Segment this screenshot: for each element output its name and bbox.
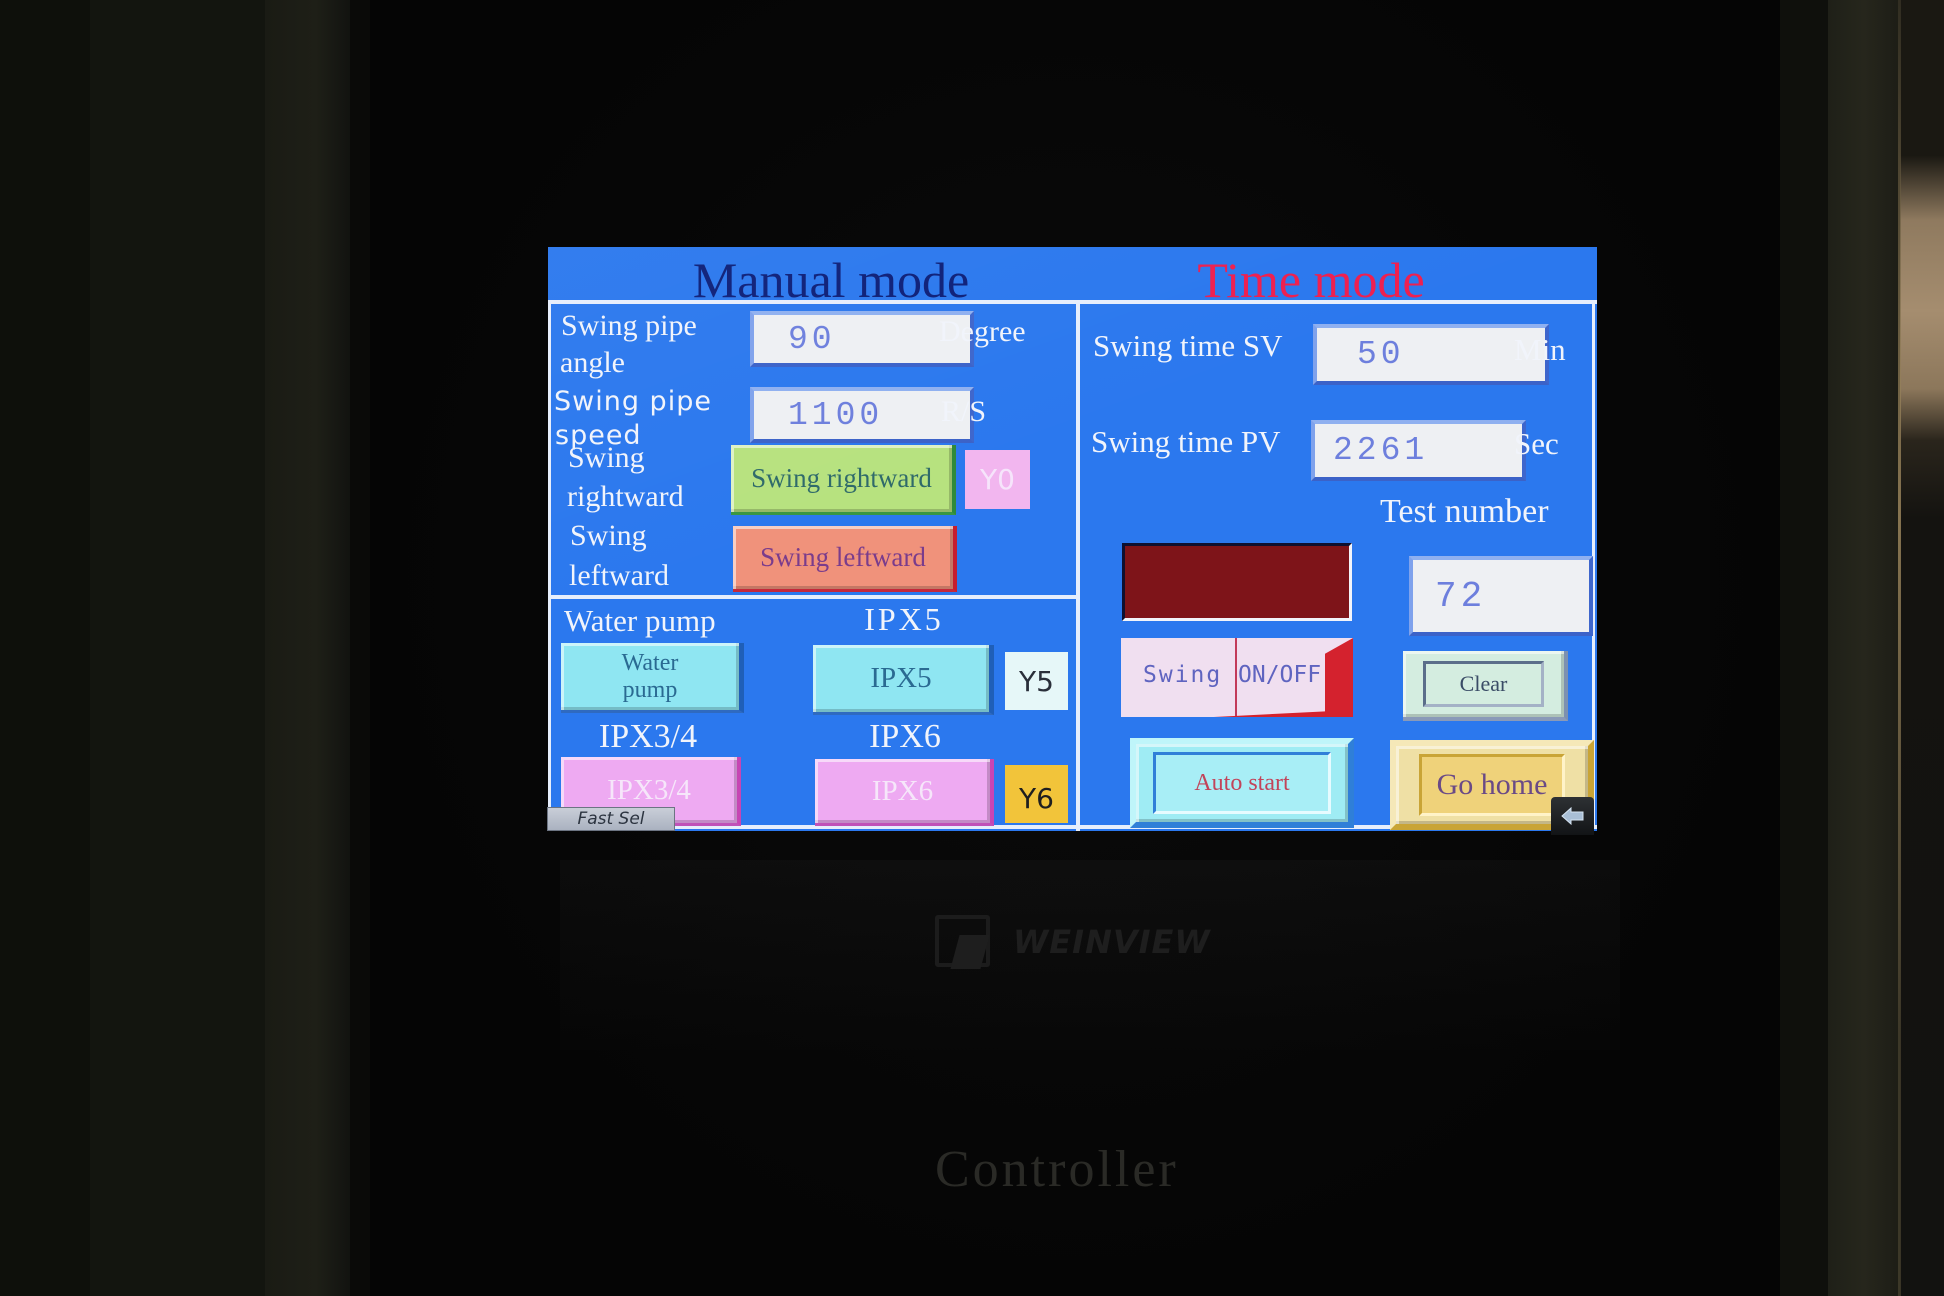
alarm-lamp [1122, 543, 1352, 621]
back-button[interactable] [1551, 797, 1594, 835]
swing-toggle-button[interactable]: Swing ON/OFF [1121, 638, 1353, 717]
y6-indicator: Y6 [1005, 765, 1068, 823]
swing-rightward-button[interactable]: Swing rightward [731, 445, 956, 515]
cabinet-frame-gap [350, 0, 370, 1296]
swing-toggle-red-bottom [1213, 710, 1353, 717]
swing-time-sv-value: 50 [1357, 336, 1405, 373]
panel-label: Controller [935, 1141, 1179, 1198]
hmi-logo: WEINVIEW [935, 915, 1255, 975]
swing-pipe-angle-value: 90 [788, 320, 836, 358]
y0-indicator-label: Y0 [980, 463, 1015, 496]
ipx5-button-label: IPX5 [870, 662, 932, 694]
swing-pipe-angle-label-1: Swing pipe [561, 309, 697, 342]
swing-toggle-red-edge [1325, 638, 1353, 717]
swing-time-pv-value: 2261 [1333, 432, 1429, 469]
manual-section-divider [548, 595, 1078, 599]
swing-toggle-left-label: Swing [1143, 662, 1223, 688]
brand-logo-text: WEINVIEW [1013, 923, 1211, 961]
arrow-left-icon [1560, 807, 1583, 825]
test-number-label: Test number [1380, 493, 1549, 530]
swing-leftward-label-2: leftward [569, 559, 669, 592]
cabinet-frame-right [1828, 0, 1900, 1296]
go-home-button-label: Go home [1436, 768, 1548, 801]
fast-sel-button[interactable]: Fast Sel [547, 807, 675, 831]
swing-pipe-speed-label-1: Swing pipe [554, 386, 712, 417]
vertical-divider [1076, 300, 1080, 831]
fast-sel-label: Fast Sel [577, 809, 645, 829]
clear-button-label: Clear [1459, 671, 1508, 696]
cabinet-frame-left [90, 0, 265, 1296]
swing-time-pv-input: 2261 [1311, 420, 1526, 481]
y5-indicator-label: Y5 [1019, 664, 1054, 698]
swing-pipe-angle-unit: Degree [939, 315, 1026, 348]
swing-rightward-button-label: Swing rightward [751, 463, 932, 493]
swing-leftward-label-1: Swing [570, 519, 647, 552]
cabinet-frame-left-edge [265, 0, 350, 1296]
swing-leftward-button[interactable]: Swing leftward [733, 526, 957, 592]
ipx6-button-label: IPX6 [871, 774, 934, 807]
water-pump-label: Water pump [564, 603, 716, 638]
clear-button[interactable]: Clear [1403, 651, 1568, 721]
water-pump-button[interactable]: Water pump [561, 643, 744, 713]
swing-time-pv-unit: Sec [1514, 426, 1559, 461]
water-pump-button-label-1: Water [621, 649, 679, 676]
test-number-value: 72 [1435, 575, 1487, 617]
screen-left-border [548, 300, 551, 828]
auto-start-button[interactable]: Auto start [1130, 738, 1354, 828]
swing-time-sv-unit: Min [1514, 332, 1566, 367]
hmi-screen: Manual mode Time mode Swing pipe angle 9… [547, 247, 1597, 835]
ipx34-label: IPX3/4 [598, 718, 698, 755]
cabinet-frame-left-outer [0, 0, 90, 1296]
water-pump-button-label-2: pump [622, 676, 678, 703]
auto-start-button-label: Auto start [1194, 769, 1290, 796]
swing-time-pv-label: Swing time PV [1091, 424, 1281, 459]
swing-pipe-speed-unit: R/S [941, 395, 987, 428]
y5-indicator: Y5 [1005, 652, 1068, 710]
y6-indicator-label: Y6 [1019, 781, 1054, 815]
swing-leftward-button-label: Swing leftward [760, 542, 926, 572]
ipx34-button-label: IPX3/4 [607, 773, 691, 806]
cabinet-frame-right-gap [1780, 0, 1828, 1296]
go-home-button-inner: Go home [1419, 754, 1565, 816]
ipx6-label: IPX6 [869, 718, 941, 755]
ipx5-button[interactable]: IPX5 [813, 645, 994, 715]
y0-indicator: Y0 [965, 450, 1030, 509]
test-number-display: 72 [1409, 556, 1593, 636]
swing-rightward-label-2: rightward [567, 480, 684, 513]
swing-toggle-right-label: ON/OFF [1238, 662, 1322, 688]
swing-pipe-speed-value: 1100 [788, 396, 884, 434]
auto-start-button-inner: Auto start [1153, 752, 1331, 814]
swing-toggle-divider [1235, 638, 1237, 717]
swing-pipe-angle-label-2: angle [560, 346, 625, 379]
header-divider [548, 300, 1597, 304]
ipx5-label: IPX5 [864, 601, 944, 637]
background-wall [1900, 0, 1944, 1296]
ipx6-button[interactable]: IPX6 [815, 759, 994, 826]
swing-rightward-label-1: Swing [568, 441, 645, 474]
swing-time-sv-label: Swing time SV [1093, 328, 1283, 363]
cabinet-frame-highlight [1898, 0, 1901, 1296]
clear-button-inner: Clear [1423, 661, 1544, 707]
